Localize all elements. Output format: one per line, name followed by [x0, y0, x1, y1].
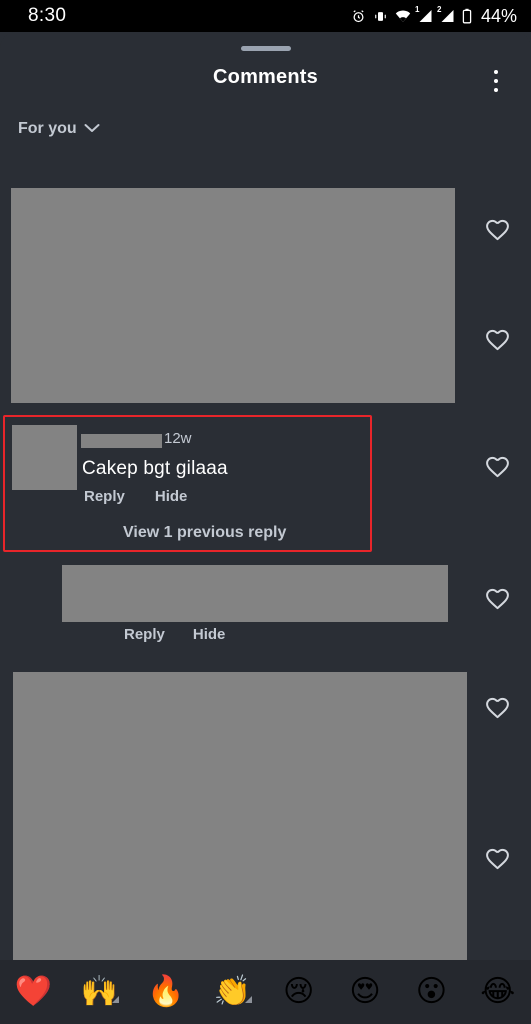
clapping-hands-emoji[interactable]: 👏	[199, 977, 265, 1007]
comment-timestamp: 12w	[164, 430, 192, 447]
reply-button[interactable]: Reply	[124, 626, 165, 643]
sheet-drag-handle[interactable]	[240, 46, 291, 51]
heart-outline-icon[interactable]	[485, 587, 510, 612]
view-previous-reply-button[interactable]: View 1 previous reply	[123, 524, 286, 542]
signal-sim2-icon: 2	[436, 5, 455, 23]
fire-emoji[interactable]: 🔥	[133, 977, 199, 1007]
wifi-icon	[395, 9, 411, 23]
avatar[interactable]	[12, 425, 77, 490]
page-title: Comments	[213, 66, 318, 88]
sim2-label: 2	[436, 5, 442, 14]
alarm-icon	[351, 9, 366, 24]
battery-percent: 44%	[480, 5, 517, 26]
reply-actions: Reply Hide	[124, 626, 225, 643]
comments-list[interactable]: 12w Cakep bgt gilaaa Reply Hide View 1 p…	[0, 150, 531, 1013]
heart-outline-icon[interactable]	[485, 218, 510, 243]
raising-hands-emoji[interactable]: 🙌	[66, 977, 132, 1007]
tears-of-joy-emoji[interactable]: 😂	[465, 977, 531, 1007]
list-item[interactable]	[11, 188, 455, 403]
heart-eyes-emoji[interactable]: 😍	[332, 977, 398, 1007]
heart-outline-icon[interactable]	[485, 455, 510, 480]
phone-screen: 8:30 1 2 44% Comments For you 12w Cakep …	[0, 0, 531, 1024]
long-press-corner-indicator	[244, 996, 252, 1003]
comment-actions: Reply Hide	[84, 488, 187, 505]
crying-face-emoji[interactable]: 😢	[266, 977, 332, 1007]
status-icon-group: 1 2 44%	[351, 6, 517, 27]
comment-username-redacted	[81, 434, 162, 448]
hide-button[interactable]: Hide	[193, 626, 226, 643]
comment-text: Cakep bgt gilaaa	[82, 458, 228, 479]
open-mouth-emoji[interactable]: 😮	[398, 977, 464, 1007]
reply-text-redacted	[62, 565, 448, 622]
vibrate-icon	[373, 9, 388, 24]
list-item[interactable]	[13, 672, 467, 997]
comment-filter-dropdown[interactable]: For you	[18, 120, 100, 138]
comments-sheet: Comments For you 12w Cakep bgt gilaaa Re…	[0, 32, 531, 1024]
battery-icon	[462, 8, 472, 24]
status-bar: 8:30 1 2 44%	[0, 0, 531, 32]
emoji-quick-reaction-bar[interactable]: ❤️ 🙌 🔥 👏 😢 😍 😮 😂	[0, 960, 531, 1024]
heart-outline-icon[interactable]	[485, 328, 510, 353]
signal-sim1-icon: 1	[414, 5, 433, 23]
comment-filter-label: For you	[18, 120, 77, 137]
heart-outline-icon[interactable]	[485, 847, 510, 872]
heart-emoji[interactable]: ❤️	[0, 977, 66, 1007]
chevron-down-icon	[84, 120, 100, 138]
kebab-menu-icon[interactable]	[485, 68, 507, 94]
heart-outline-icon[interactable]	[485, 696, 510, 721]
reply-button[interactable]: Reply	[84, 488, 125, 505]
status-clock: 8:30	[28, 5, 67, 26]
sim1-label: 1	[414, 5, 420, 14]
hide-button[interactable]: Hide	[155, 488, 188, 505]
long-press-corner-indicator	[111, 996, 119, 1003]
